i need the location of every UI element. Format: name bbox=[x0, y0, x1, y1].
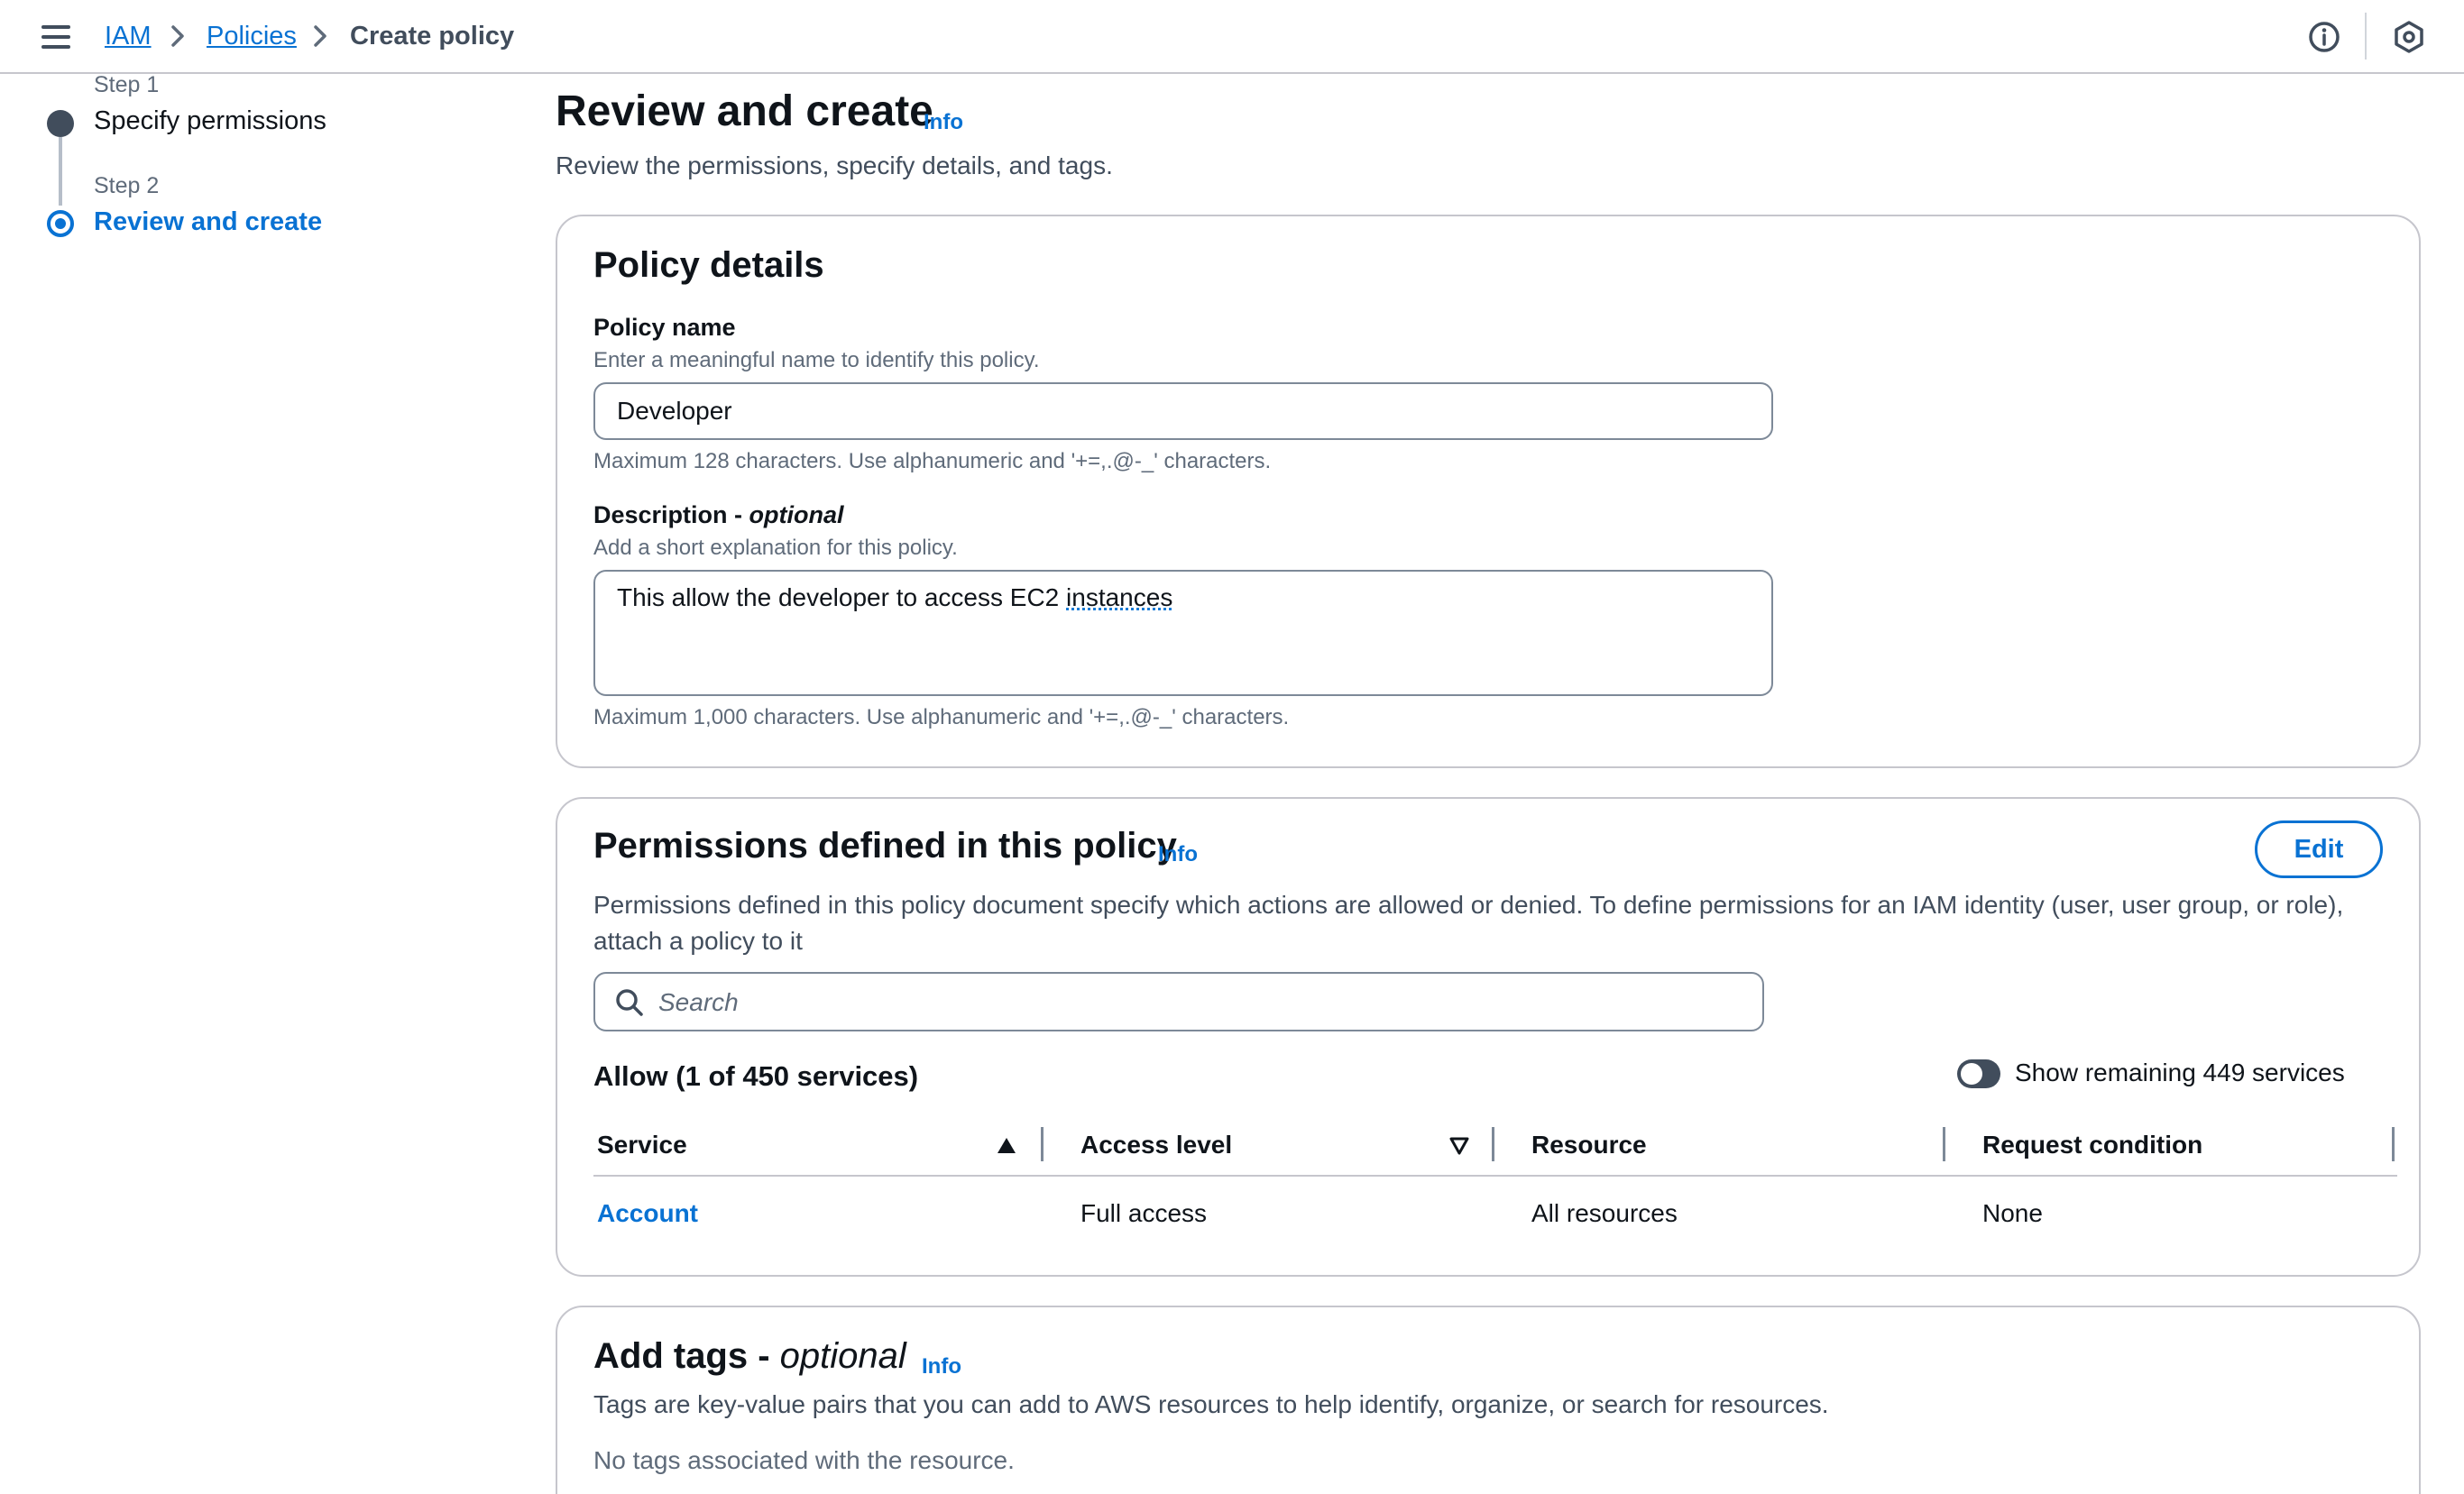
page-title: Review and create bbox=[556, 87, 933, 135]
edit-button[interactable]: Edit bbox=[2255, 820, 2383, 878]
breadcrumb-iam[interactable]: IAM bbox=[105, 20, 152, 52]
column-header-request-condition[interactable]: Request condition bbox=[1982, 1131, 2202, 1159]
menu-icon[interactable] bbox=[41, 25, 70, 49]
page-subtitle: Review the permissions, specify details,… bbox=[556, 151, 1113, 179]
policy-details-panel: Policy details Policy name Enter a meani… bbox=[556, 215, 2421, 768]
info-circle-icon[interactable] bbox=[2305, 18, 2343, 56]
step-1-label: Step 1 bbox=[94, 72, 160, 97]
column-header-access-level[interactable]: Access level bbox=[1080, 1131, 1232, 1159]
page-info-link[interactable]: Info bbox=[924, 110, 963, 135]
step-2-indicator bbox=[47, 210, 74, 237]
add-tags-optional-text: optional bbox=[779, 1336, 906, 1376]
step-2-label: Step 2 bbox=[94, 173, 160, 198]
column-header-resource[interactable]: Resource bbox=[1531, 1131, 1647, 1159]
breadcrumb-policies[interactable]: Policies bbox=[207, 20, 297, 52]
policy-name-label: Policy name bbox=[593, 314, 736, 341]
add-tags-panel: Add tags - optional Info Tags are key-va… bbox=[556, 1306, 2421, 1494]
chevron-right-icon bbox=[171, 25, 184, 47]
description-optional-text: optional bbox=[749, 501, 844, 528]
column-header-service[interactable]: Service bbox=[597, 1131, 687, 1159]
search-input[interactable] bbox=[658, 981, 1741, 1024]
description-label: Description - optional bbox=[593, 501, 844, 529]
step-1-indicator bbox=[47, 110, 74, 137]
table-cell-request-condition: None bbox=[1982, 1199, 2043, 1227]
tags-empty-state: No tags associated with the resource. bbox=[593, 1446, 1015, 1474]
allow-services-title: Allow (1 of 450 services) bbox=[593, 1060, 919, 1092]
permissions-title: Permissions defined in this policy bbox=[593, 826, 1177, 866]
search-icon bbox=[616, 989, 643, 1016]
column-resizer[interactable] bbox=[1492, 1127, 1494, 1161]
toolbar-divider bbox=[2365, 13, 2367, 60]
permissions-description: Permissions defined in this policy docum… bbox=[593, 891, 2344, 955]
add-tags-title-text: Add tags - bbox=[593, 1336, 780, 1376]
table-cell-access-level: Full access bbox=[1080, 1199, 1208, 1227]
column-resizer[interactable] bbox=[2392, 1127, 2395, 1161]
settings-hexagon-icon[interactable] bbox=[2390, 18, 2428, 56]
description-value-text: This allow the developer to access EC2 bbox=[617, 583, 1067, 611]
step-1-title[interactable]: Specify permissions bbox=[94, 106, 326, 136]
show-remaining-services-label: Show remaining 449 services bbox=[2015, 1059, 2345, 1086]
policy-name-constraint: Maximum 128 characters. Use alphanumeric… bbox=[593, 449, 1272, 473]
show-remaining-services-toggle[interactable] bbox=[1957, 1059, 2000, 1088]
chevron-right-icon bbox=[314, 25, 326, 47]
step-2-title: Review and create bbox=[94, 207, 323, 236]
table-cell-service-link[interactable]: Account bbox=[597, 1199, 698, 1228]
policy-name-input[interactable]: Developer bbox=[593, 382, 1773, 440]
description-help: Add a short explanation for this policy. bbox=[593, 536, 958, 560]
policy-details-title: Policy details bbox=[593, 245, 824, 285]
add-tags-title: Add tags - optional bbox=[593, 1336, 906, 1377]
tags-info-link[interactable]: Info bbox=[922, 1354, 961, 1379]
table-cell-resource: All resources bbox=[1531, 1199, 1678, 1227]
sort-descending-icon[interactable] bbox=[1448, 1135, 1470, 1157]
top-navigation-bar: IAM Policies Create policy bbox=[0, 0, 2464, 74]
permissions-panel: Permissions defined in this policy Info … bbox=[556, 797, 2421, 1277]
description-label-text: Description - bbox=[593, 501, 749, 528]
description-textarea[interactable]: This allow the developer to access EC2 i… bbox=[593, 570, 1773, 696]
policy-name-description: Enter a meaningful name to identify this… bbox=[593, 348, 1040, 372]
step-connector bbox=[59, 137, 62, 206]
column-resizer[interactable] bbox=[1943, 1127, 1945, 1161]
table-header-divider bbox=[593, 1175, 2397, 1177]
column-resizer[interactable] bbox=[1041, 1127, 1044, 1161]
description-constraint: Maximum 1,000 characters. Use alphanumer… bbox=[593, 705, 1290, 729]
permissions-info-link[interactable]: Info bbox=[1158, 842, 1198, 867]
description-value-spellcheck: instances bbox=[1066, 583, 1173, 611]
permissions-search bbox=[593, 972, 1764, 1031]
tags-description: Tags are key-value pairs that you can ad… bbox=[593, 1390, 1829, 1418]
breadcrumb-current: Create policy bbox=[350, 22, 515, 50]
sort-ascending-icon[interactable] bbox=[996, 1135, 1017, 1157]
